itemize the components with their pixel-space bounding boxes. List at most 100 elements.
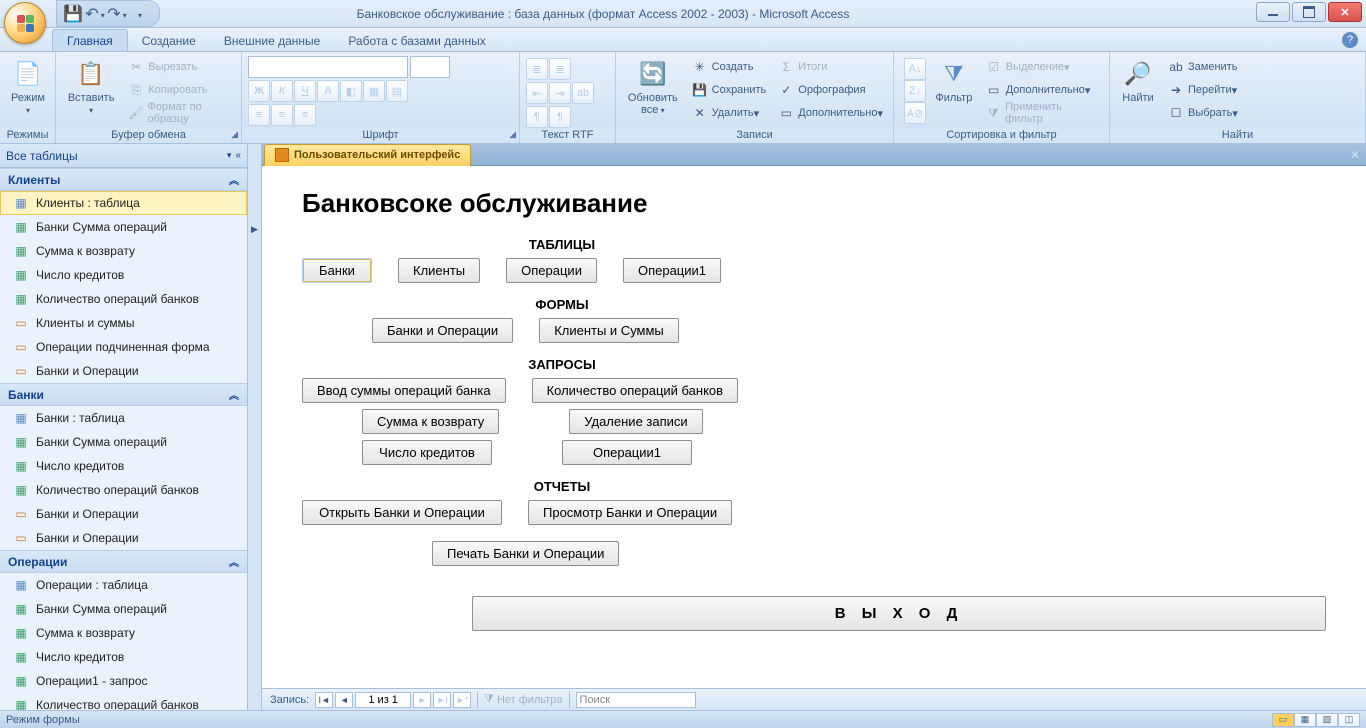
shutter-bar[interactable]: [248, 144, 262, 710]
cut-button[interactable]: ✂Вырезать: [124, 56, 235, 78]
sort-desc-button[interactable]: Z↓: [904, 80, 926, 102]
btn-query-summa-vozvratu[interactable]: Сумма к возврату: [362, 409, 499, 434]
redo-icon[interactable]: ↷: [107, 4, 127, 24]
tab-database-tools[interactable]: Работа с базами данных: [334, 30, 499, 51]
tab-home[interactable]: Главная: [52, 29, 128, 51]
copy-button[interactable]: ⎘Копировать: [124, 79, 235, 101]
tab-create[interactable]: Создание: [128, 30, 210, 51]
maximize-button[interactable]: [1292, 2, 1326, 22]
new-record-button[interactable]: ✳Создать: [688, 56, 771, 78]
btn-query-udalenie[interactable]: Удаление записи: [569, 409, 702, 434]
close-button[interactable]: [1328, 2, 1362, 22]
nav-item[interactable]: Банки и Операции: [0, 502, 247, 526]
btn-forms-klienty-summy[interactable]: Клиенты и Суммы: [539, 318, 679, 343]
font-size-combo[interactable]: [410, 56, 450, 78]
bullets-button[interactable]: ≣: [526, 58, 548, 80]
format-painter-button[interactable]: 🖌Формат по образцу: [124, 102, 235, 124]
numbering-button[interactable]: ≣: [549, 58, 571, 80]
rtl-button[interactable]: ¶: [549, 106, 571, 128]
btn-forms-banki-operatsii[interactable]: Банки и Операции: [372, 318, 513, 343]
nav-item[interactable]: Банки и Операции: [0, 359, 247, 383]
recnav-last-icon[interactable]: ►I: [433, 692, 451, 708]
btn-report-preview[interactable]: Просмотр Банки и Операции: [528, 500, 732, 525]
nav-group-клиенты[interactable]: Клиенты︽: [0, 168, 247, 191]
nav-item[interactable]: Количество операций банков: [0, 287, 247, 311]
font-family-combo[interactable]: [248, 56, 408, 78]
selection-filter-button[interactable]: ☑Выделение ▾: [982, 56, 1103, 78]
nav-item[interactable]: Число кредитов: [0, 454, 247, 478]
tab-external-data[interactable]: Внешние данные: [210, 30, 335, 51]
nav-item[interactable]: Клиенты и суммы: [0, 311, 247, 335]
alt-row-button[interactable]: ▤: [386, 80, 408, 102]
help-icon[interactable]: ?: [1342, 32, 1358, 48]
btn-query-kolichestvo[interactable]: Количество операций банков: [532, 378, 739, 403]
nav-group-банки[interactable]: Банки︽: [0, 383, 247, 406]
delete-record-button[interactable]: ✕Удалить ▾: [688, 102, 771, 124]
nav-item[interactable]: Банки Сумма операций: [0, 215, 247, 239]
btn-query-operatsii1[interactable]: Операции1: [562, 440, 692, 465]
nav-item[interactable]: Операции подчиненная форма: [0, 335, 247, 359]
recnav-search-input[interactable]: [576, 692, 696, 708]
undo-icon[interactable]: ↶: [85, 4, 105, 24]
view-layout-icon[interactable]: ▧: [1316, 713, 1338, 727]
more-records-button[interactable]: ▭Дополнительно ▾: [774, 102, 887, 124]
ltr-button[interactable]: ¶: [526, 106, 548, 128]
clipboard-dialog-icon[interactable]: ◢: [231, 129, 238, 140]
nav-item[interactable]: Банки и Операции: [0, 526, 247, 550]
nav-item[interactable]: Сумма к возврату: [0, 621, 247, 645]
fill-color-button[interactable]: ◧: [340, 80, 362, 102]
view-form-icon[interactable]: ▭: [1272, 713, 1294, 727]
nav-item[interactable]: Банки Сумма операций: [0, 597, 247, 621]
select-button[interactable]: ☐Выбрать ▾: [1164, 102, 1242, 124]
nav-item[interactable]: Операции : таблица: [0, 573, 247, 597]
btn-tables-banki[interactable]: Банки: [302, 258, 372, 283]
toggle-filter-button[interactable]: ⧩Применить фильтр: [982, 102, 1103, 124]
highlight-button[interactable]: ab: [572, 82, 594, 104]
spelling-button[interactable]: ✓Орфография: [774, 79, 887, 101]
nav-dropdown-icon[interactable]: ▾: [227, 150, 232, 161]
nav-item[interactable]: Количество операций банков: [0, 693, 247, 710]
align-right-button[interactable]: ≡: [294, 104, 316, 126]
bold-button[interactable]: Ж: [248, 80, 270, 102]
btn-report-print[interactable]: Печать Банки и Операции: [432, 541, 619, 566]
nav-pane-header[interactable]: Все таблицы ▾«: [0, 144, 247, 168]
font-color-button[interactable]: A: [317, 80, 339, 102]
align-left-button[interactable]: ≡: [248, 104, 270, 126]
recnav-new-icon[interactable]: ►*: [453, 692, 471, 708]
totals-button[interactable]: ΣИтоги: [774, 56, 887, 78]
paste-button[interactable]: 📋 Вставить: [62, 56, 120, 118]
recnav-position-input[interactable]: [355, 692, 411, 708]
nav-group-операции[interactable]: Операции︽: [0, 550, 247, 573]
qat-customize-icon[interactable]: [129, 4, 149, 24]
office-button[interactable]: [4, 2, 46, 44]
nav-item[interactable]: Банки Сумма операций: [0, 430, 247, 454]
font-dialog-icon[interactable]: ◢: [509, 129, 516, 140]
nav-item[interactable]: Сумма к возврату: [0, 239, 247, 263]
view-datasheet-icon[interactable]: ▦: [1294, 713, 1316, 727]
decrease-indent-button[interactable]: ⇤: [526, 82, 548, 104]
underline-button[interactable]: Ч: [294, 80, 316, 102]
refresh-all-button[interactable]: 🔄 Обновить все: [622, 56, 684, 118]
save-icon[interactable]: 💾: [63, 4, 83, 24]
nav-item[interactable]: Клиенты : таблица: [0, 191, 247, 215]
recnav-first-icon[interactable]: I◄: [315, 692, 333, 708]
nav-collapse-icon[interactable]: «: [235, 150, 241, 161]
sort-asc-button[interactable]: A↓: [904, 58, 926, 80]
goto-button[interactable]: ➔Перейти ▾: [1164, 79, 1242, 101]
btn-tables-operatsii[interactable]: Операции: [506, 258, 597, 283]
increase-indent-button[interactable]: ⇥: [549, 82, 571, 104]
recnav-next-icon[interactable]: ►: [413, 692, 431, 708]
btn-tables-operatsii1[interactable]: Операции1: [623, 258, 721, 283]
btn-report-open[interactable]: Открыть Банки и Операции: [302, 500, 502, 525]
doc-tab-close-icon[interactable]: ✕: [1350, 148, 1360, 162]
nav-item[interactable]: Банки : таблица: [0, 406, 247, 430]
btn-query-vvod-summy[interactable]: Ввод суммы операций банка: [302, 378, 506, 403]
doc-tab-active[interactable]: Пользовательский интерфейс: [264, 144, 471, 166]
gridlines-button[interactable]: ▦: [363, 80, 385, 102]
recnav-prev-icon[interactable]: ◄: [335, 692, 353, 708]
minimize-button[interactable]: [1256, 2, 1290, 22]
replace-button[interactable]: abЗаменить: [1164, 56, 1242, 78]
nav-item[interactable]: Количество операций банков: [0, 478, 247, 502]
btn-tables-klienty[interactable]: Клиенты: [398, 258, 480, 283]
advanced-filter-button[interactable]: ▭Дополнительно ▾: [982, 79, 1103, 101]
